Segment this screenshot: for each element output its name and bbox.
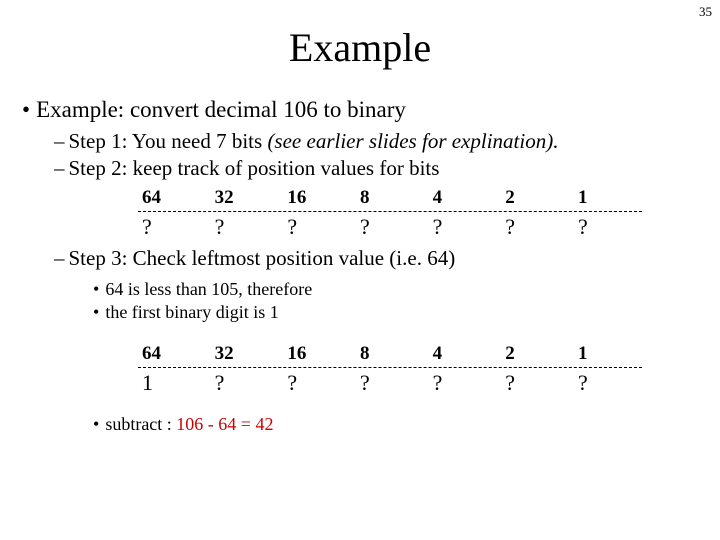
bit-value: ? bbox=[578, 370, 638, 396]
col-header: 64 bbox=[142, 187, 202, 209]
col-header: 8 bbox=[360, 343, 420, 365]
col-header: 32 bbox=[215, 343, 275, 365]
bullet-dot-icon: • bbox=[93, 279, 99, 299]
subtract-label: subtract : bbox=[105, 414, 176, 434]
value-block-1: 64 32 16 8 4 2 1 ? ? ? ? ? ? ? bbox=[138, 187, 642, 240]
separator-line bbox=[138, 367, 642, 368]
bullet1-text: Example: convert decimal 106 to binary bbox=[36, 97, 406, 122]
bit-value: ? bbox=[360, 370, 420, 396]
bit-value: ? bbox=[215, 214, 275, 240]
col-header: 4 bbox=[433, 343, 493, 365]
col-header: 16 bbox=[287, 187, 347, 209]
bullet-dot-icon: • bbox=[93, 302, 99, 322]
bit-value: ? bbox=[578, 214, 638, 240]
subtract-line: • subtract : 106 - 64 = 42 bbox=[93, 414, 702, 435]
step1-pre: Step 1: You need 7 bits bbox=[69, 129, 268, 153]
step2-text: Step 2: keep track of position values fo… bbox=[69, 156, 440, 180]
bit-value: ? bbox=[505, 214, 565, 240]
bit-value: ? bbox=[433, 214, 493, 240]
bit-value: ? bbox=[287, 214, 347, 240]
bit-value: ? bbox=[505, 370, 565, 396]
col-header: 64 bbox=[142, 343, 202, 365]
bit-value: ? bbox=[360, 214, 420, 240]
dash-icon: – bbox=[54, 156, 65, 180]
bit-value: 1 bbox=[142, 370, 202, 396]
step2-line: –Step 2: keep track of position values f… bbox=[54, 156, 702, 181]
bit-value: ? bbox=[287, 370, 347, 396]
bit-value: ? bbox=[433, 370, 493, 396]
bullet-level1: •Example: convert decimal 106 to binary bbox=[22, 97, 702, 123]
col-header: 1 bbox=[578, 343, 638, 365]
page-number: 35 bbox=[699, 4, 712, 20]
col-header: 16 bbox=[287, 343, 347, 365]
bullet-dot-icon: • bbox=[93, 414, 99, 434]
sub1-line: • 64 is less than 105, therefore bbox=[93, 279, 702, 300]
bit-value: ? bbox=[215, 370, 275, 396]
col-header: 2 bbox=[505, 343, 565, 365]
sub2-text: the first binary digit is 1 bbox=[105, 302, 278, 322]
subtract-expr: 106 - 64 = 42 bbox=[176, 414, 273, 434]
values-row-1: ? ? ? ? ? ? ? bbox=[138, 214, 642, 240]
col-header: 8 bbox=[360, 187, 420, 209]
value-block-2: 64 32 16 8 4 2 1 1 ? ? ? ? ? ? bbox=[138, 343, 642, 396]
columns-row: 64 32 16 8 4 2 1 bbox=[138, 343, 642, 365]
col-header: 2 bbox=[505, 187, 565, 209]
col-header: 4 bbox=[433, 187, 493, 209]
step3-text: Step 3: Check leftmost position value (i… bbox=[69, 246, 456, 270]
sub2-line: • the first binary digit is 1 bbox=[93, 302, 702, 323]
separator-line bbox=[138, 211, 642, 212]
slide-title: Example bbox=[18, 24, 702, 71]
columns-row: 64 32 16 8 4 2 1 bbox=[138, 187, 642, 209]
dash-icon: – bbox=[54, 129, 65, 153]
sub1-text: 64 is less than 105, therefore bbox=[105, 279, 312, 299]
step3-line: –Step 3: Check leftmost position value (… bbox=[54, 246, 702, 271]
step1-line: –Step 1: You need 7 bits (see earlier sl… bbox=[54, 129, 702, 154]
col-header: 32 bbox=[215, 187, 275, 209]
col-header: 1 bbox=[578, 187, 638, 209]
values-row-2: 1 ? ? ? ? ? ? bbox=[138, 370, 642, 396]
bit-value: ? bbox=[142, 214, 202, 240]
dash-icon: – bbox=[54, 246, 65, 270]
bullet-dot-icon: • bbox=[22, 97, 30, 122]
step1-ital: (see earlier slides for explination). bbox=[267, 129, 558, 153]
